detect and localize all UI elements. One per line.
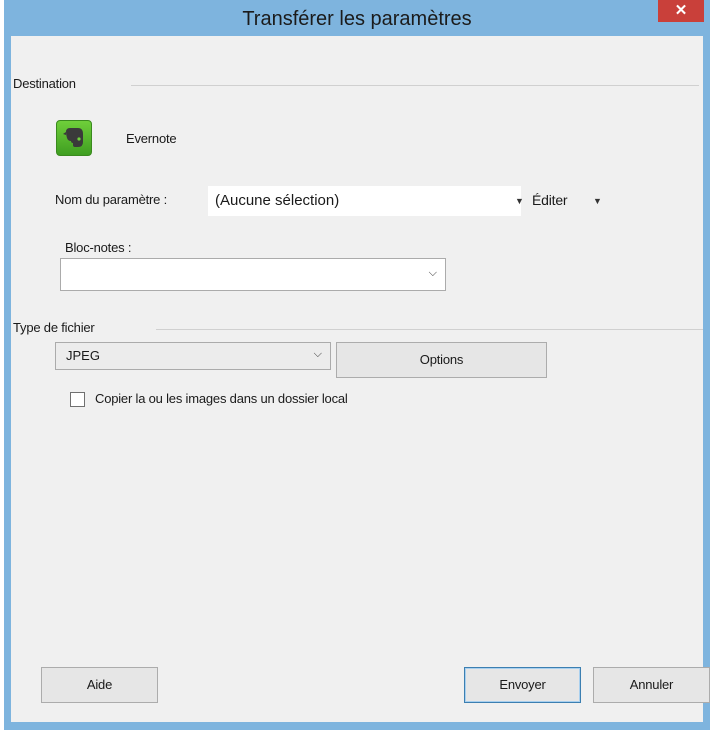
help-button[interactable]: Aide bbox=[41, 667, 158, 703]
title-bar[interactable]: Transférer les paramètres ✕ bbox=[4, 0, 710, 36]
dialog-window: Transférer les paramètres ✕ Destination … bbox=[4, 0, 710, 730]
options-button[interactable]: Options bbox=[336, 342, 547, 378]
file-type-divider bbox=[156, 329, 703, 330]
edit-dropdown-arrow-icon[interactable]: ▼ bbox=[593, 196, 602, 206]
send-button[interactable]: Envoyer bbox=[464, 667, 581, 703]
copy-local-label[interactable]: Copier la ou les images dans un dossier … bbox=[95, 391, 348, 406]
notebook-dropdown-chevron-icon: ⌵ bbox=[428, 267, 437, 279]
destination-app-name: Evernote bbox=[126, 131, 177, 146]
edit-menu-button[interactable]: Éditer bbox=[532, 192, 568, 208]
dialog-content: Destination Evernote Nom du paramètre : … bbox=[11, 36, 710, 722]
file-type-dropdown-chevron-icon: ⌵ bbox=[313, 348, 322, 360]
close-button[interactable]: ✕ bbox=[658, 0, 704, 22]
copy-local-checkbox[interactable] bbox=[70, 392, 85, 407]
destination-group-label: Destination bbox=[13, 76, 82, 91]
notebook-label: Bloc-notes : bbox=[65, 240, 132, 255]
dialog-title: Transférer les paramètres bbox=[242, 8, 472, 30]
file-type-select[interactable]: JPEG ⌵ bbox=[55, 342, 331, 370]
setting-name-value: (Aucune sélection) bbox=[215, 192, 340, 209]
destination-divider bbox=[131, 85, 699, 86]
cancel-button[interactable]: Annuler bbox=[593, 667, 710, 703]
setting-dropdown-arrow-icon[interactable]: ▼ bbox=[515, 196, 524, 206]
file-type-group-label: Type de fichier bbox=[13, 320, 101, 335]
notebook-select[interactable]: ⌵ bbox=[60, 258, 446, 291]
evernote-elephant-icon bbox=[56, 120, 92, 156]
setting-name-select[interactable]: (Aucune sélection) bbox=[208, 186, 521, 216]
file-type-value: JPEG bbox=[66, 348, 100, 363]
setting-name-label: Nom du paramètre : bbox=[55, 192, 168, 207]
